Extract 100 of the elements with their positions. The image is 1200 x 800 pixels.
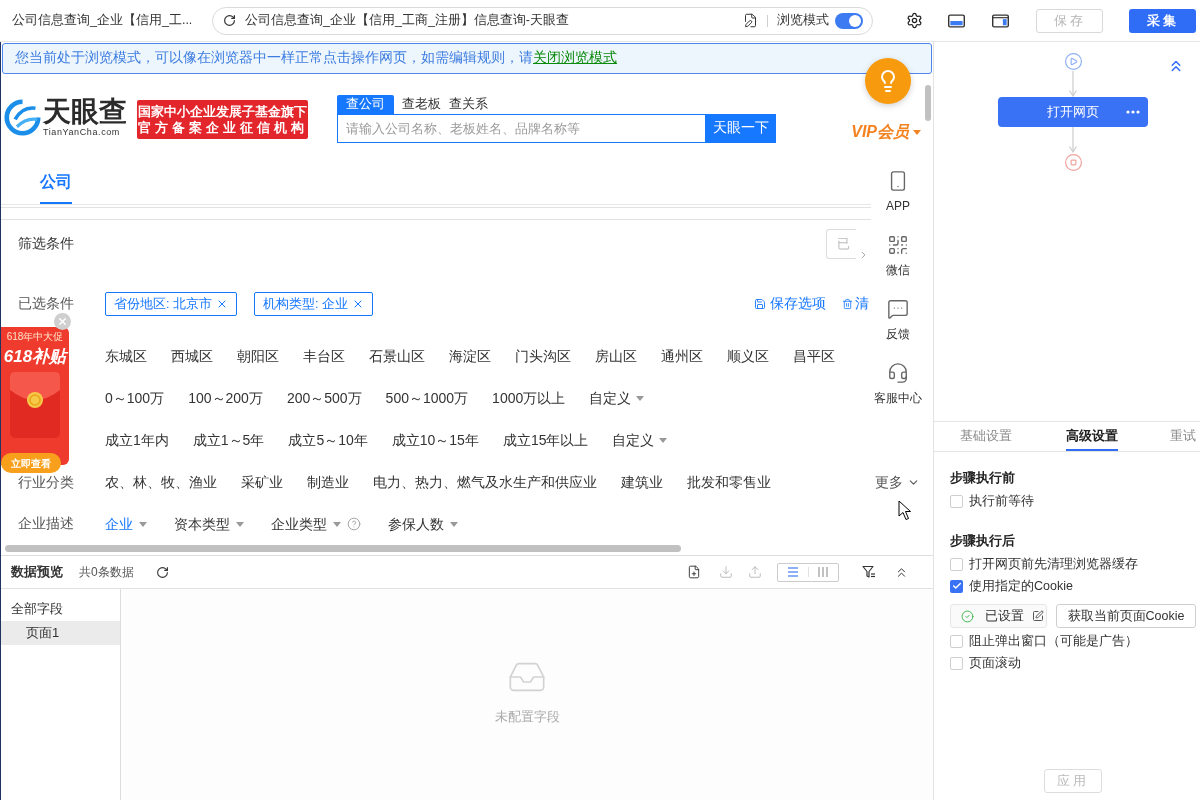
chat-bubble-icon [887, 298, 909, 320]
page-tab-title[interactable]: 公司信息查询_企业【信用_工... [0, 11, 212, 30]
category-dropdown[interactable]: 参保人数 [388, 513, 458, 535]
notice-text: 您当前处于浏览模式，可以像在浏览器中一样正常点击操作网页，如需编辑规则，请关闭浏览模式 [15, 49, 617, 68]
filter-option[interactable]: 成立10～15年 [391, 429, 479, 451]
filter-tag[interactable]: 机构类型: 企业 [253, 292, 373, 316]
promo-title: 618补贴 [3, 346, 67, 368]
search-button[interactable]: 天眼一下 [705, 114, 776, 143]
refresh-icon[interactable] [155, 565, 169, 579]
side-panel-layout-icon[interactable] [992, 13, 1009, 28]
more-button[interactable]: 更多 [875, 471, 920, 493]
collect-button[interactable]: 采集 [1129, 8, 1196, 33]
close-browse-mode-link[interactable]: 关闭浏览模式 [533, 50, 617, 66]
filter-option[interactable]: 朝阳区 [237, 345, 279, 367]
step-title: 打开网页 [1046, 103, 1100, 122]
qr-code-icon [887, 234, 909, 256]
checkbox[interactable] [950, 634, 963, 648]
status-text: 已设置 [985, 607, 1024, 626]
filter-icon[interactable] [862, 565, 876, 579]
section-title: 步骤执行后 [950, 532, 1016, 550]
filter-option[interactable]: 东城区 [105, 345, 147, 367]
checkbox[interactable] [950, 656, 963, 670]
search-field[interactable]: 请输入公司名称、老板姓名、品牌名称等 [337, 114, 705, 143]
filter-option[interactable]: 成立1～5年 [192, 429, 265, 451]
side-tool-button[interactable]: 反馈 [871, 292, 925, 356]
filter-option[interactable]: 门头沟区 [515, 345, 571, 367]
filter-option[interactable]: 通州区 [661, 345, 703, 367]
filter-option[interactable]: 房山区 [595, 345, 637, 367]
result-tab[interactable]: 公司 [40, 160, 72, 204]
edit-icon[interactable] [1032, 610, 1044, 622]
filter-option[interactable]: 0～100万 [105, 387, 165, 409]
category-dropdown[interactable]: 企业 [105, 513, 147, 535]
refresh-icon[interactable] [223, 14, 236, 27]
checkbox[interactable] [950, 494, 963, 508]
promo-tag: 618年中大促 [6, 331, 64, 343]
bottom-panel-layout-icon[interactable] [948, 13, 965, 28]
option-label: 页面滚动 [969, 654, 1021, 672]
tips-button[interactable] [865, 58, 911, 104]
search-tab[interactable]: 查公司 [337, 95, 394, 114]
filter-option[interactable]: 海淀区 [449, 345, 491, 367]
clear-button[interactable]: 清 [842, 293, 869, 315]
filter-option[interactable]: 丰台区 [303, 345, 345, 367]
panel-title: 数据预览 [11, 563, 63, 582]
vertical-scrollbar-thumb[interactable] [925, 85, 931, 121]
side-tool-button[interactable]: 微信 [871, 228, 925, 292]
get-cookie-button[interactable]: 获取当前页面Cookie [1056, 604, 1196, 628]
filter-option[interactable]: 批发和零售业 [687, 471, 771, 493]
caret-icon [236, 521, 244, 527]
list-view-icon[interactable] [786, 567, 799, 577]
edit-document-icon[interactable] [743, 13, 758, 28]
custom-dropdown[interactable]: 自定义 [589, 387, 645, 409]
option-label: 阻止弹出窗口（可能是广告） [969, 632, 1138, 650]
horizontal-scrollbar-thumb[interactable] [5, 545, 681, 552]
filter-tag[interactable]: 省份地区: 北京市 [105, 292, 237, 316]
search-tab[interactable]: 查关系 [449, 95, 488, 114]
category-dropdown[interactable]: 企业类型 [271, 513, 341, 535]
filter-option[interactable]: 顺义区 [727, 345, 769, 367]
filter-option[interactable]: 200～500万 [286, 387, 362, 409]
filter-option[interactable]: 成立5～10年 [288, 429, 368, 451]
selected-filters-label: 已选条件 [17, 296, 75, 312]
filter-option[interactable]: 500～1000万 [385, 387, 469, 409]
close-icon[interactable] [54, 313, 71, 330]
filter-option[interactable]: 农、林、牧、渔业 [105, 471, 217, 493]
filter-option[interactable]: 电力、热力、燃气及水生产和供应业 [373, 471, 597, 493]
filter-option[interactable]: 昌平区 [793, 345, 835, 367]
category-dropdown[interactable]: 资本类型 [174, 513, 244, 535]
filter-option[interactable]: 1000万以上 [492, 387, 566, 409]
filter-option[interactable]: 制造业 [307, 471, 349, 493]
page-title-text: 公司信息查询_企业【信用_工商_注册】信息查询-天眼查 [245, 12, 571, 30]
banner-text: 国家中小企业发展子基金旗下 [138, 103, 307, 120]
filter-option[interactable]: 建筑业 [621, 471, 663, 493]
more-icon[interactable] [1126, 110, 1140, 114]
custom-dropdown[interactable]: 自定义 [612, 429, 668, 451]
settings-tab[interactable]: 基础设置 [960, 422, 1012, 451]
caret-icon [139, 521, 147, 527]
flow-step-node[interactable]: 打开网页 [998, 97, 1148, 127]
settings-tab[interactable]: 高级设置 [1066, 422, 1118, 451]
trash-icon [842, 298, 853, 310]
save-options-button[interactable]: 保存选项 [754, 293, 826, 315]
filter-option[interactable]: 成立1年内 [105, 429, 169, 451]
field-tree-item[interactable]: 页面1 [1, 621, 120, 645]
filter-option[interactable]: 成立15年以上 [502, 429, 589, 451]
filter-option[interactable]: 100～200万 [188, 387, 263, 409]
caret-icon [636, 395, 645, 401]
filter-option[interactable]: 采矿业 [241, 471, 283, 493]
connector-arrow [1068, 71, 1078, 97]
browse-mode-label: 浏览模式 [777, 12, 829, 30]
search-tab[interactable]: 查老板 [402, 95, 441, 114]
logo-wordmark: 天眼查 [43, 97, 127, 127]
side-tool-button[interactable]: APP [871, 164, 925, 228]
settings-tab[interactable]: 重试 [1170, 422, 1196, 451]
add-file-icon[interactable] [687, 565, 701, 579]
checkbox[interactable] [950, 579, 963, 593]
help-icon[interactable] [347, 517, 361, 531]
browse-mode-toggle[interactable] [835, 12, 863, 29]
filter-option[interactable]: 石景山区 [369, 345, 425, 367]
side-tool-button[interactable]: 客服中心 [871, 356, 925, 420]
checkbox[interactable] [950, 557, 963, 571]
settings-icon[interactable] [906, 12, 923, 29]
filter-option[interactable]: 西城区 [171, 345, 213, 367]
